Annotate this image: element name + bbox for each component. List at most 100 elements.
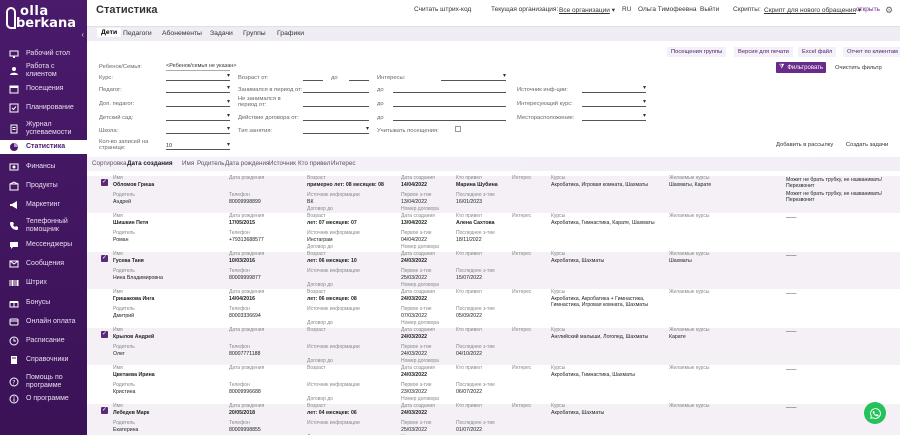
lesson-type-select[interactable] bbox=[303, 125, 369, 134]
contract-from-input[interactable] bbox=[303, 114, 369, 121]
sidebar-item-finance[interactable]: Финансы bbox=[0, 160, 87, 174]
sort-option-2[interactable]: Родитель bbox=[197, 160, 225, 167]
age-to-input[interactable] bbox=[349, 74, 369, 81]
sidebar-item-stats[interactable]: Статистика bbox=[0, 140, 87, 154]
sidebar-item-payment[interactable]: Онлайн оплата bbox=[0, 315, 87, 329]
sort-option-4[interactable]: Источник bbox=[269, 160, 296, 167]
tab-2[interactable]: Абонементы bbox=[162, 30, 202, 37]
kindergarten-select[interactable] bbox=[166, 112, 230, 121]
course-select[interactable] bbox=[166, 72, 230, 81]
table-row[interactable]: ИмяКрылов Андрей РодительОлег Дата рождени… bbox=[87, 327, 900, 365]
open-script-link[interactable]: открыть bbox=[856, 6, 880, 13]
tab-4[interactable]: Группы bbox=[243, 30, 266, 37]
sidebar-item-planning[interactable]: Планирование bbox=[0, 101, 87, 115]
sort-option-3[interactable]: Дата рождения bbox=[225, 160, 269, 167]
action-button-2[interactable]: Excel файл bbox=[798, 47, 837, 57]
note-text: —— bbox=[786, 215, 797, 221]
tab-3[interactable]: Задачи bbox=[210, 30, 233, 37]
tab-1[interactable]: Педагоги bbox=[123, 30, 152, 37]
brand-logo[interactable]: olla berkana bbox=[6, 4, 81, 32]
studied-from-input[interactable] bbox=[303, 86, 369, 93]
table-row[interactable]: Имя Шишкин Петя Родитель Роман Дата рождения… bbox=[87, 213, 900, 251]
sidebar-item-barcode[interactable]: Штрих bbox=[0, 276, 87, 290]
sidebar-item-bonus[interactable]: Бонусы bbox=[0, 296, 87, 310]
cell-label: Первое з-тие bbox=[401, 344, 432, 350]
sidebar-item-directory[interactable]: Справочники bbox=[0, 353, 87, 367]
interest-course-select[interactable] bbox=[582, 98, 646, 107]
table-row[interactable]: Имя Цветаева Ирина Родитель Кристина Дата ро… bbox=[87, 365, 900, 403]
cell-age: Возраст bbox=[307, 365, 326, 372]
note-text: —— bbox=[786, 291, 797, 297]
scripts-select[interactable]: Скрипт для нового обращения ▾ bbox=[764, 6, 861, 14]
action-button-1[interactable]: Версия для печати bbox=[734, 47, 793, 57]
cell-value: Алена Сахтова bbox=[456, 219, 495, 226]
sort-option-5[interactable]: Кто привел bbox=[298, 160, 330, 167]
sort-option-6[interactable]: Интерес bbox=[331, 160, 355, 167]
table-row[interactable]: ИмяГусева Таня РодительНина Владимировна Д… bbox=[87, 251, 900, 289]
table-row[interactable]: ИмяЛебедев Марк РодительЕкатерина Дата рож… bbox=[87, 403, 900, 435]
whatsapp-chat-button[interactable] bbox=[864, 402, 886, 424]
tab-5[interactable]: Графики bbox=[277, 30, 304, 37]
contract-to-input[interactable] bbox=[393, 114, 506, 121]
cell-name: Имя Лебедев Марк bbox=[113, 403, 149, 415]
age-from-input[interactable] bbox=[303, 74, 323, 81]
cell-value: Крылов Андрей bbox=[113, 333, 155, 340]
logout-link[interactable]: Выйти bbox=[700, 6, 719, 13]
sidebar-item-marketing[interactable]: Маркетинг bbox=[0, 198, 87, 212]
sort-option-0[interactable]: Дата создания bbox=[127, 160, 173, 167]
org-select[interactable]: Все организации ▾ bbox=[559, 6, 615, 14]
lang-switch[interactable]: RU bbox=[622, 6, 631, 13]
cell-parent: Родитель Роман bbox=[113, 230, 135, 242]
cell-value: лет: 06 месяцев: 08 bbox=[307, 295, 357, 302]
user-name[interactable]: Ольга Тимофеевна bbox=[638, 6, 696, 13]
tab-0[interactable]: Дети bbox=[97, 28, 122, 37]
action-button-3[interactable]: Отчет по клиентам bbox=[843, 47, 900, 57]
filter-button[interactable]: ⧩ Фильтровать bbox=[776, 62, 826, 73]
cell-created: Дата создания 13/04/2022 bbox=[401, 213, 435, 225]
cell-value: 80003336694 bbox=[229, 312, 261, 319]
sidebar-item-info[interactable]: О программе bbox=[0, 392, 87, 406]
sidebar-item-phone[interactable]: Телефонный помощник bbox=[0, 216, 87, 235]
cell-age: Возраст bbox=[307, 327, 326, 334]
extra-teacher-select[interactable] bbox=[166, 98, 230, 107]
row-checkbox[interactable] bbox=[101, 178, 108, 186]
scan-barcode-link[interactable]: Считать штрих-код bbox=[414, 6, 471, 13]
not-studied-from-input[interactable] bbox=[303, 100, 369, 107]
sidebar-item-label: Бонусы bbox=[26, 299, 51, 306]
source-select[interactable] bbox=[582, 84, 646, 93]
sidebar-item-products[interactable]: Продукты bbox=[0, 179, 87, 193]
sidebar-item-messages[interactable]: Сообщения bbox=[0, 257, 87, 271]
settings-gear-icon[interactable]: ⚙ bbox=[885, 5, 893, 16]
info-icon bbox=[9, 394, 19, 404]
sidebar-item-client[interactable]: Работа с клиентом bbox=[0, 61, 87, 80]
row-checkbox[interactable] bbox=[101, 406, 108, 414]
action-button-0[interactable]: Посещения группы bbox=[667, 47, 727, 57]
not-studied-to-input[interactable] bbox=[393, 100, 506, 107]
collapse-sidebar-icon[interactable]: ‹ bbox=[81, 30, 84, 39]
studied-to-input[interactable] bbox=[393, 86, 506, 93]
row-checkbox[interactable] bbox=[101, 254, 108, 262]
clear-filter-link[interactable]: Очистить фильтр bbox=[835, 65, 882, 71]
row-checkbox[interactable] bbox=[101, 330, 108, 338]
location-select[interactable] bbox=[582, 112, 646, 121]
sidebar-item-schedule[interactable]: Расписание bbox=[0, 334, 87, 348]
cell-name: Имя Гришакова Инга bbox=[113, 289, 154, 301]
table-row[interactable]: Имя Гришакова Инга Родитель Дмитрий Дата рож… bbox=[87, 289, 900, 327]
sidebar-item-visits[interactable]: Посещения bbox=[0, 82, 87, 96]
table-row[interactable]: ИмяОбломов Гриша РодительАндрей Дата рожде… bbox=[87, 175, 900, 213]
count-visits-checkbox[interactable] bbox=[455, 126, 461, 132]
add-to-mailing-link[interactable]: Добавить в рассылку bbox=[776, 142, 833, 148]
teacher-select[interactable] bbox=[166, 84, 230, 93]
sidebar-item-desktop[interactable]: Рабочий стол bbox=[0, 47, 87, 61]
create-tasks-link[interactable]: Создать задачи bbox=[846, 142, 888, 148]
sidebar-item-messenger[interactable]: Мессенджеры bbox=[0, 238, 87, 252]
sidebar-item-help[interactable]: ? Помощь по программе bbox=[0, 372, 87, 391]
per-page-select[interactable]: 10 bbox=[166, 141, 230, 150]
sidebar-item-journal[interactable]: Журнал успеваемости bbox=[0, 119, 87, 138]
sort-option-1[interactable]: Имя bbox=[182, 160, 194, 167]
cell-label: Дата создания bbox=[401, 289, 435, 295]
cell-who: Кто привел bbox=[456, 289, 482, 296]
school-select[interactable] bbox=[166, 125, 230, 134]
interests-select[interactable] bbox=[441, 72, 506, 81]
barcode-icon bbox=[9, 278, 19, 288]
